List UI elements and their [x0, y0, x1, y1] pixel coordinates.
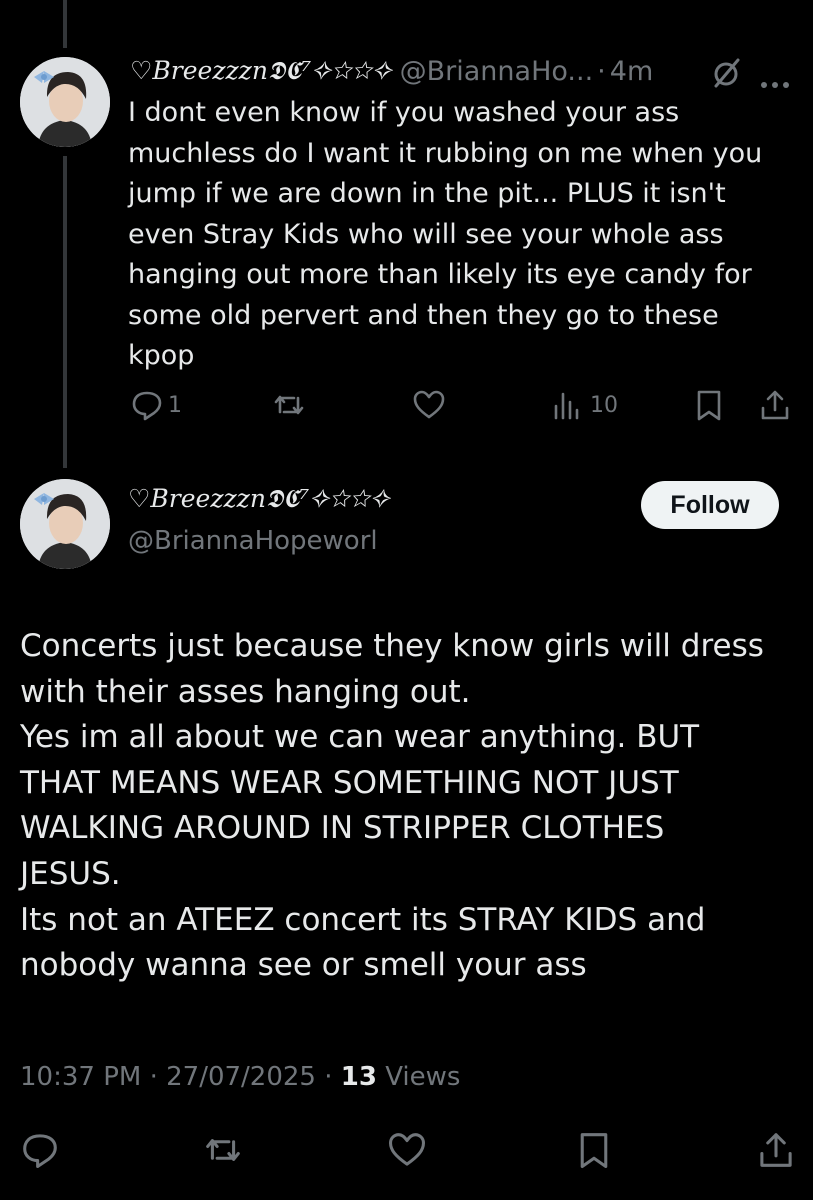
display-name[interactable]: ♡Breezzzn𝕯𝕮⁷✧☆☆✧: [128, 484, 390, 514]
views-count[interactable]: 13: [341, 1062, 377, 1092]
bookmark-button[interactable]: [692, 388, 726, 422]
repost-icon: [272, 388, 306, 422]
timestamp[interactable]: 4m: [610, 56, 653, 87]
bookmark-button[interactable]: [574, 1130, 614, 1170]
share-icon: [758, 388, 792, 422]
views-button[interactable]: 10: [550, 388, 618, 422]
share-button[interactable]: [758, 388, 792, 422]
handle[interactable]: @BriannaHo...: [400, 56, 594, 87]
avatar[interactable]: [20, 479, 110, 569]
separator: ·: [324, 1062, 333, 1092]
avatar[interactable]: [20, 57, 110, 147]
views-icon: [550, 388, 584, 422]
reply-button[interactable]: [20, 1130, 60, 1170]
reply-count: 1: [168, 392, 182, 418]
bookmark-icon: [692, 388, 726, 422]
handle[interactable]: @BriannaHopeworl: [128, 526, 378, 556]
tweet-text: Concerts just because they know girls wi…: [20, 628, 764, 984]
reply-header: ♡Breezzzn𝕯𝕮⁷✧☆☆✧ @BriannaHo... · 4m: [130, 52, 800, 90]
display-name[interactable]: ♡Breezzzn𝕯𝕮⁷✧☆☆✧: [130, 56, 392, 86]
tweet-meta: 10:37 PM · 27/07/2025 · 13 Views: [20, 1062, 460, 1092]
separator: ·: [149, 1062, 158, 1092]
reply-action-bar: 1 10: [130, 388, 800, 428]
thread-line-top: [63, 0, 67, 48]
share-button[interactable]: [756, 1130, 796, 1170]
reply-button[interactable]: 1: [130, 388, 182, 422]
follow-button[interactable]: Follow: [641, 481, 779, 529]
like-icon: [387, 1130, 427, 1170]
share-icon: [756, 1130, 796, 1170]
like-icon: [412, 388, 446, 422]
repost-icon: [203, 1130, 243, 1170]
views-count: 10: [590, 392, 618, 418]
repost-button[interactable]: [203, 1130, 243, 1170]
like-button[interactable]: [412, 388, 446, 422]
post-time[interactable]: 10:37 PM: [20, 1062, 141, 1092]
views-label: Views: [385, 1062, 461, 1092]
tweet-action-bar: [20, 1130, 800, 1174]
tweet-thread: ♡Breezzzn𝕯𝕮⁷✧☆☆✧ @BriannaHo... · 4m I do…: [0, 0, 813, 1200]
muted-icon: [710, 56, 744, 97]
bookmark-icon: [574, 1130, 614, 1170]
post-date[interactable]: 27/07/2025: [166, 1062, 316, 1092]
separator: ·: [597, 55, 606, 87]
repost-button[interactable]: [272, 388, 306, 422]
reply-text: I dont even know if you washed your ass …: [128, 97, 763, 371]
like-button[interactable]: [387, 1130, 427, 1170]
reply-icon: [130, 388, 164, 422]
reply-icon: [20, 1130, 60, 1170]
thread-line: [63, 156, 67, 468]
